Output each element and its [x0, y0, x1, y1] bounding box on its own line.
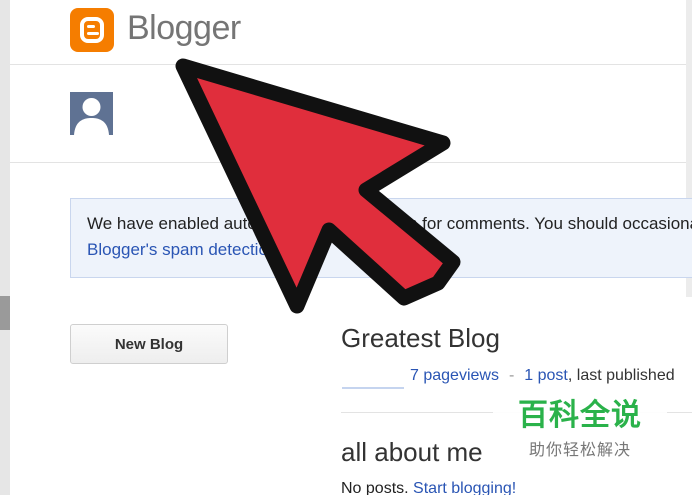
arrow-shape [175, 58, 461, 314]
watermark: 百科全说 助你轻松解决 [493, 386, 667, 468]
watermark-subtitle: 助你轻松解决 [528, 442, 631, 459]
watermark-title: 百科全说 [518, 399, 642, 432]
